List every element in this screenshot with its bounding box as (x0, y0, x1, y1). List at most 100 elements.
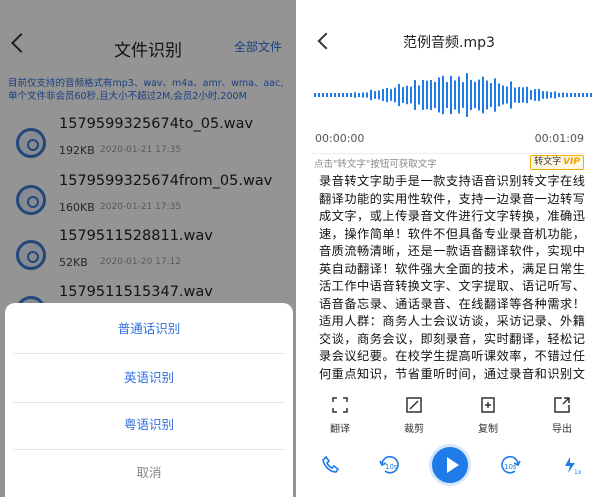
export-button[interactable]: 导出 (542, 396, 582, 435)
waveform-bar (386, 87, 388, 103)
waveform-bar (478, 79, 480, 111)
rewind-10s-button[interactable]: 10s (378, 454, 402, 480)
waveform-bar (466, 73, 468, 117)
convert-to-text-button[interactable]: 转文字 VIP (530, 155, 584, 170)
waveform-bar (518, 87, 520, 103)
cantonese-recognition-option[interactable]: 粤语识别 (5, 401, 293, 449)
waveform-bar (366, 92, 368, 98)
waveform-bar (554, 91, 556, 99)
waveform-bar (314, 93, 316, 97)
waveform-bar (498, 83, 500, 107)
waveform-bar (542, 91, 544, 99)
phone-icon[interactable] (321, 455, 341, 475)
waveform-bar (566, 93, 568, 97)
waveform-bar (322, 93, 324, 97)
waveform-bar (418, 85, 420, 105)
transcript-text: 录音转文字助手是一款支持语音识别转文字在线翻译功能的实用性软件，支持一边录音一边… (319, 174, 585, 381)
waveform-bar (346, 93, 348, 97)
waveform-bar (406, 85, 408, 105)
waveform-bar (438, 77, 440, 113)
forward-icon: 10s (501, 455, 521, 474)
waveform-bar (486, 80, 488, 110)
waveform-bar (362, 92, 364, 98)
speed-icon: 1x (565, 457, 582, 476)
mandarin-recognition-option[interactable]: 普通话识别 (5, 305, 293, 353)
waveform-bar (402, 87, 404, 103)
action-label: 翻译 (330, 424, 350, 435)
waveform-bar (574, 93, 576, 97)
rewind-icon: 10s (379, 455, 399, 474)
waveform-bar (354, 92, 356, 98)
speed-label: 1x (574, 469, 581, 475)
waveform-bar (350, 93, 352, 97)
waveform-bar (330, 93, 332, 97)
waveform-bar (450, 75, 452, 115)
waveform-bar (414, 80, 416, 110)
translate-button[interactable]: 翻译 (320, 396, 360, 435)
forward-10s-button[interactable]: 10s (498, 454, 522, 480)
action-label: 裁剪 (404, 424, 424, 435)
waveform-bar (522, 87, 524, 103)
action-label: 导出 (552, 424, 572, 435)
waveform-bar (502, 85, 504, 105)
waveform-bar (510, 81, 512, 109)
vip-badge: VIP (563, 157, 580, 167)
waveform[interactable] (312, 70, 592, 120)
forward-label: 10s (504, 463, 517, 471)
waveform-bar (430, 79, 432, 111)
divider (312, 153, 586, 154)
file-recognition-screen: 文件识别 全部文件 目前仅支持的音频格式有mp3、wav、m4a、amr、wma… (0, 0, 296, 497)
waveform-bar (442, 75, 444, 115)
waveform-bar (370, 89, 372, 101)
waveform-bar (454, 80, 456, 110)
convert-label: 转文字 (534, 157, 562, 167)
waveform-bar (562, 92, 564, 98)
cancel-button[interactable]: 取消 (5, 449, 293, 497)
waveform-bar (494, 78, 496, 112)
audio-detail-screen: 范例音频.mp3 00:00:00 00:01:09 点击"转文字"按钮可获取文… (298, 0, 600, 497)
waveform-bar (326, 93, 328, 97)
action-label: 复制 (478, 424, 498, 435)
waveform-bar (482, 76, 484, 114)
speed-button[interactable]: 1x (561, 455, 582, 479)
recognition-language-sheet: 普通话识别 英语识别 粤语识别 取消 (5, 303, 293, 497)
waveform-bar (382, 89, 384, 101)
waveform-bar (374, 91, 376, 99)
waveform-bar (526, 86, 528, 104)
waveform-bar (506, 86, 508, 104)
waveform-bar (514, 87, 516, 103)
waveform-bar (578, 93, 580, 97)
waveform-bar (490, 83, 492, 107)
waveform-bar (474, 81, 476, 109)
waveform-bar (458, 76, 460, 114)
english-recognition-option[interactable]: 英语识别 (5, 354, 293, 402)
waveform-bar (334, 93, 336, 97)
waveform-bar (434, 81, 436, 109)
waveform-bar (338, 93, 340, 97)
waveform-bar (538, 88, 540, 102)
copy-button[interactable]: 复制 (468, 396, 508, 435)
waveform-bar (378, 90, 380, 100)
waveform-bar (318, 93, 320, 97)
waveform-bar (358, 92, 360, 98)
waveform-bar (446, 82, 448, 108)
waveform-bar (586, 93, 588, 97)
translate-icon (332, 397, 348, 413)
total-time: 00:01:09 (534, 132, 584, 145)
waveform-bar (558, 93, 560, 97)
waveform-bar (342, 93, 344, 97)
current-time: 00:00:00 (315, 132, 365, 145)
waveform-bar (426, 80, 428, 110)
waveform-bar (590, 93, 592, 97)
crop-button[interactable]: 裁剪 (394, 396, 434, 435)
waveform-bar (394, 87, 396, 103)
crop-icon (406, 397, 422, 413)
convert-hint: 点击"转文字"按钮可获取文字 (314, 159, 437, 170)
waveform-bar (582, 93, 584, 97)
waveform-bar (398, 83, 400, 107)
waveform-bar (422, 80, 424, 110)
export-icon (554, 397, 570, 413)
waveform-bar (462, 82, 464, 108)
play-button[interactable] (429, 444, 471, 486)
waveform-bar (550, 92, 552, 98)
